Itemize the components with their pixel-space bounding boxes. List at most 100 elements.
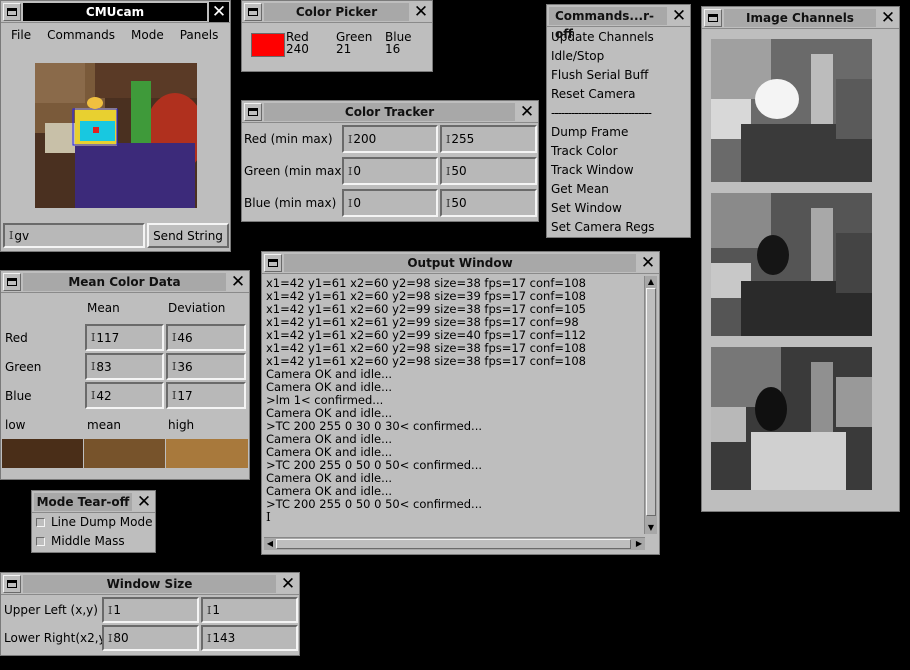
mean-blue-value[interactable]: 42 [85, 382, 164, 409]
mode-tearoff-window: Mode Tear-off ✕ Line Dump Mode Middle Ma… [31, 490, 156, 553]
lower-right-label: Lower Right(x2,y [4, 631, 102, 645]
close-icon[interactable]: ✕ [411, 2, 431, 22]
commands-list: Update Channels Idle/Stop Flush Serial B… [547, 27, 690, 237]
deviation-column-header: Deviation [168, 301, 226, 315]
close-icon[interactable]: ✕ [228, 272, 248, 292]
tracker-blue-label: Blue (min max) [244, 196, 337, 210]
upper-left-y[interactable]: 1 [201, 597, 298, 623]
high-color-swatch [166, 439, 248, 468]
cmd-dump-frame[interactable]: Dump Frame [547, 123, 690, 142]
low-label: low [5, 418, 26, 432]
window-menu-icon[interactable] [3, 574, 21, 593]
window-size-window: Window Size ✕ Upper Left (x,y) 1 1 Lower… [0, 572, 300, 656]
mean-color-title: Mean Color Data [23, 272, 226, 291]
close-icon[interactable]: ✕ [278, 574, 298, 594]
lower-right-y[interactable]: 143 [201, 625, 298, 651]
channel-red-image [711, 39, 872, 182]
tracker-blue-max[interactable]: 50 [440, 189, 537, 217]
cmd-track-window[interactable]: Track Window [547, 161, 690, 180]
horizontal-scrollbar[interactable]: ◀ ▶ [264, 537, 645, 550]
commands-titlebar[interactable]: Commands...r-off ✕ [547, 5, 690, 41]
cmucam-titlebar[interactable]: CMUcam ✕ [1, 1, 230, 23]
cmd-idle-stop[interactable]: Idle/Stop [547, 47, 690, 66]
vertical-scrollbar[interactable]: ▲ ▼ [644, 276, 657, 534]
dev-red-value[interactable]: 46 [166, 324, 246, 351]
camera-preview[interactable] [35, 63, 197, 208]
high-label: high [168, 418, 195, 432]
mode-tearoff-titlebar[interactable]: Mode Tear-off ✕ [32, 491, 155, 513]
commands-tearoff-window: Commands...r-off ✕ Update Channels Idle/… [546, 4, 691, 238]
mode-line-dump-label: Line Dump Mode [51, 515, 153, 529]
mean-green-value[interactable]: 83 [85, 353, 164, 380]
scroll-right-arrow-icon[interactable]: ▶ [633, 538, 645, 550]
color-tracker-window: Color Tracker ✕ Red (min max) 200 255 Gr… [241, 100, 539, 222]
window-menu-icon[interactable] [244, 2, 262, 21]
send-string-button[interactable]: Send String [147, 223, 229, 248]
channel-green-image [711, 193, 872, 336]
menu-panels[interactable]: Panels [172, 25, 227, 45]
menu-mode[interactable]: Mode [123, 25, 172, 45]
picker-green-value: 21 [336, 42, 352, 56]
checkbox-icon[interactable] [36, 518, 45, 527]
menu-commands[interactable]: Commands [39, 25, 123, 45]
window-menu-icon[interactable] [244, 102, 262, 121]
text-cursor-icon: I [266, 510, 271, 524]
window-menu-icon[interactable] [704, 8, 722, 27]
close-icon[interactable]: ✕ [638, 253, 658, 273]
close-icon[interactable]: ✕ [209, 1, 229, 22]
scroll-down-arrow-icon[interactable]: ▼ [645, 522, 657, 534]
cmd-reset-camera[interactable]: Reset Camera [547, 85, 690, 104]
close-icon[interactable]: ✕ [134, 492, 154, 512]
color-tracker-titlebar[interactable]: Color Tracker ✕ [242, 101, 538, 123]
mean-column-header: Mean [87, 301, 120, 315]
checkbox-icon[interactable] [36, 537, 45, 546]
output-title: Output Window [284, 253, 636, 272]
dev-green-value[interactable]: 36 [166, 353, 246, 380]
close-icon[interactable]: ✕ [517, 102, 537, 122]
scroll-up-arrow-icon[interactable]: ▲ [645, 276, 657, 288]
menu-file[interactable]: File [3, 25, 39, 45]
commands-title: Commands...r-off [549, 6, 667, 41]
tracker-green-min[interactable]: 0 [342, 157, 438, 185]
cmucam-window: CMUcam ✕ File Commands Mode Panels gv Se… [0, 0, 231, 252]
mean-color-titlebar[interactable]: Mean Color Data ✕ [1, 271, 249, 293]
tracker-blue-min[interactable]: 0 [342, 189, 438, 217]
output-text-area[interactable]: x1=42 y1=61 x2=60 y2=98 size=38 fps=17 c… [264, 276, 645, 534]
tracker-red-min[interactable]: 200 [342, 125, 438, 153]
picked-color-swatch [251, 33, 285, 57]
menu-separator: ------------------------------ [551, 106, 652, 120]
window-menu-icon[interactable] [3, 2, 21, 21]
upper-left-label: Upper Left (x,y) [4, 603, 98, 617]
image-channels-titlebar[interactable]: Image Channels ✕ [702, 7, 899, 29]
cmd-set-window[interactable]: Set Window [547, 199, 690, 218]
mean-red-value[interactable]: 117 [85, 324, 164, 351]
cmd-get-mean[interactable]: Get Mean [547, 180, 690, 199]
mode-middle-mass[interactable]: Middle Mass [32, 532, 155, 551]
cmd-set-camera-regs[interactable]: Set Camera Regs [547, 218, 690, 237]
color-picker-window: Color Picker ✕ Red 240 Green 21 Blue 16 [241, 0, 433, 72]
hscroll-thumb[interactable] [276, 539, 631, 549]
tracker-red-max[interactable]: 255 [440, 125, 537, 153]
menu-bar: File Commands Mode Panels [3, 25, 226, 45]
scroll-thumb[interactable] [646, 288, 656, 516]
color-picker-titlebar[interactable]: Color Picker ✕ [242, 1, 432, 23]
scroll-left-arrow-icon[interactable]: ◀ [264, 538, 276, 550]
upper-left-x[interactable]: 1 [102, 597, 199, 623]
color-picker-title: Color Picker [264, 2, 409, 21]
command-string-input[interactable]: gv [3, 223, 145, 248]
tracker-green-label: Green (min max) [244, 164, 342, 178]
dev-blue-value[interactable]: 17 [166, 382, 246, 409]
output-titlebar[interactable]: Output Window ✕ [262, 252, 659, 274]
close-icon[interactable]: ✕ [878, 8, 898, 28]
image-channels-window: Image Channels ✕ [701, 6, 900, 512]
window-menu-icon[interactable] [264, 253, 282, 272]
mode-tearoff-title: Mode Tear-off [34, 492, 132, 511]
window-menu-icon[interactable] [3, 272, 21, 291]
lower-right-x[interactable]: 80 [102, 625, 199, 651]
cmd-track-color[interactable]: Track Color [547, 142, 690, 161]
close-icon[interactable]: ✕ [669, 6, 689, 26]
window-size-titlebar[interactable]: Window Size ✕ [1, 573, 299, 595]
tracker-green-max[interactable]: 50 [440, 157, 537, 185]
mode-line-dump[interactable]: Line Dump Mode [32, 513, 155, 532]
cmd-flush-serial[interactable]: Flush Serial Buff [547, 66, 690, 85]
